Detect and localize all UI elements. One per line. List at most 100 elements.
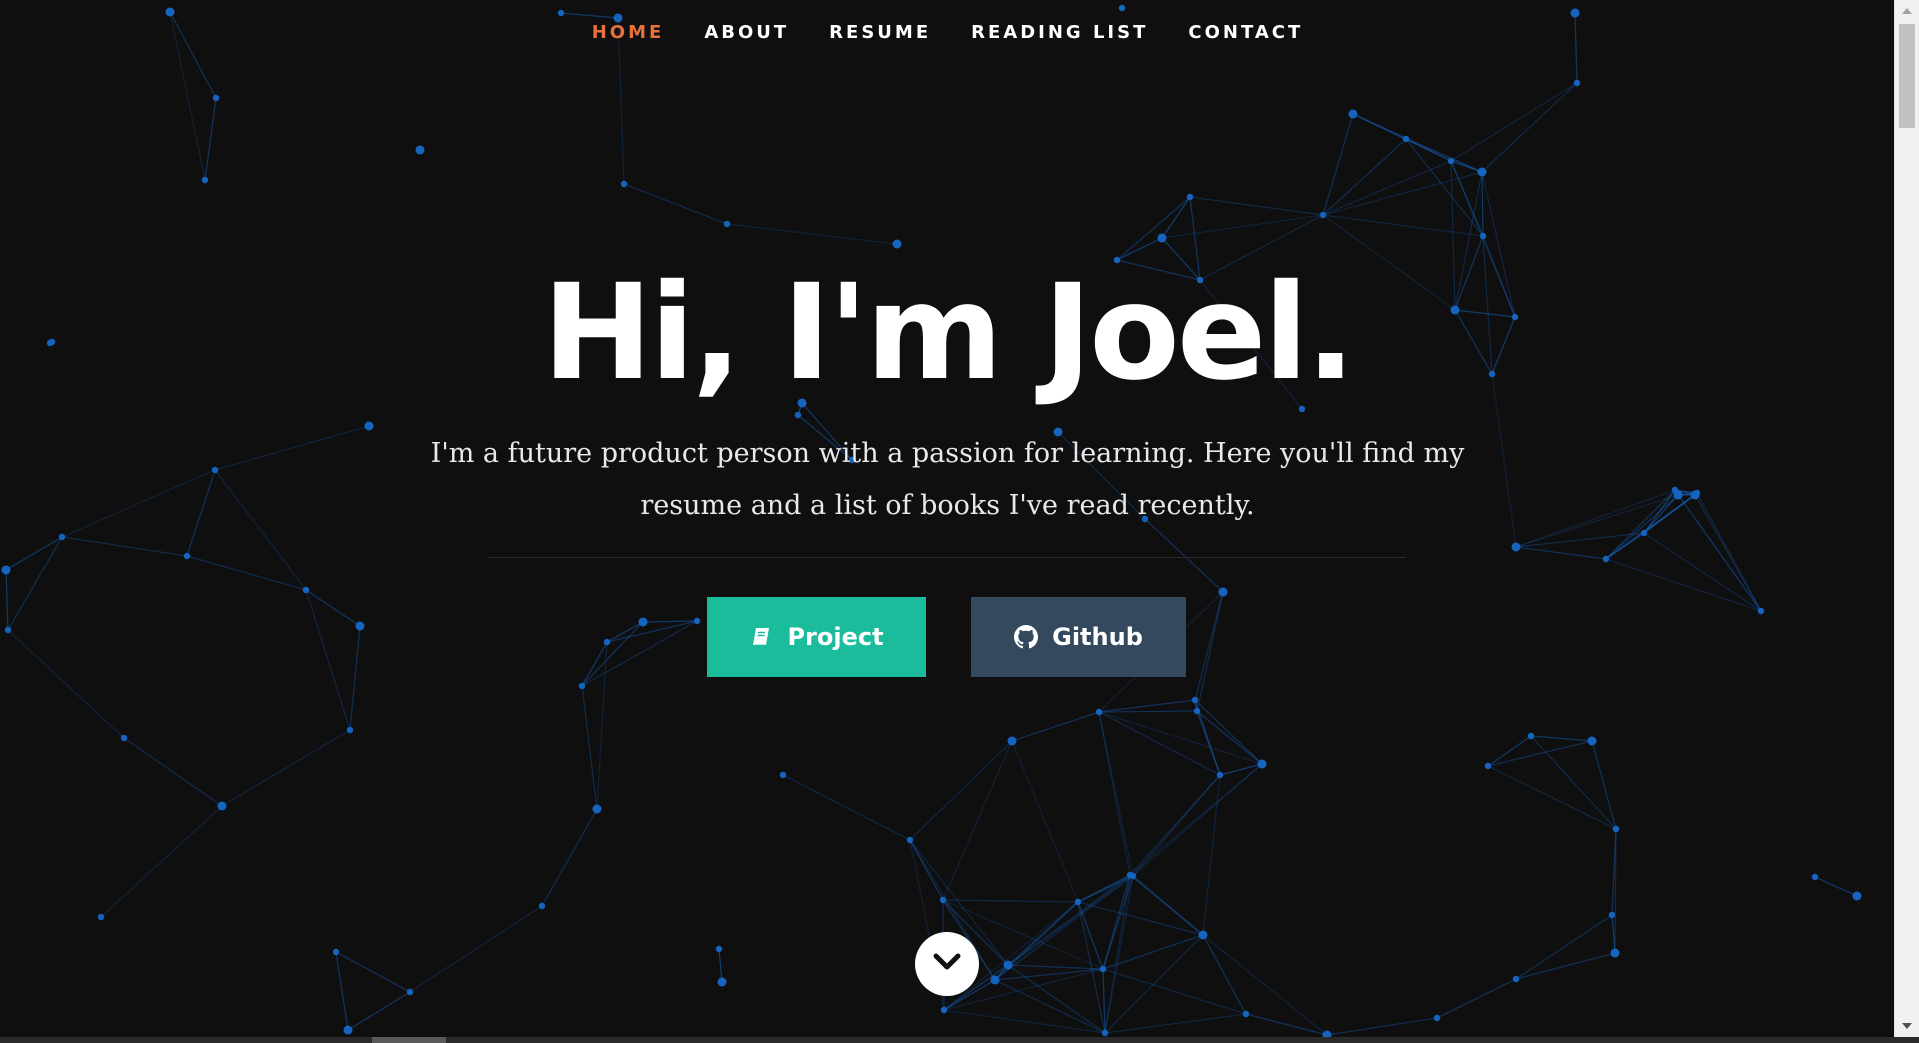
network-link xyxy=(1194,591,1224,701)
main-nav: HOME ABOUT RESUME READING LIST CONTACT xyxy=(0,22,1895,43)
nav-resume[interactable]: RESUME xyxy=(809,22,951,43)
network-node xyxy=(1003,960,1013,970)
horizontal-scrollbar-thumb[interactable] xyxy=(372,1037,446,1043)
network-link xyxy=(5,536,63,571)
book-icon xyxy=(749,625,773,649)
network-node xyxy=(1198,930,1208,940)
network-link xyxy=(1322,113,1354,216)
hero-subtitle: I'm a future product person with a passi… xyxy=(430,438,1465,521)
network-node xyxy=(1757,607,1765,615)
network-link xyxy=(1515,546,1607,560)
network-link xyxy=(596,641,608,810)
network-link xyxy=(1116,196,1191,261)
network-link xyxy=(1405,138,1483,173)
network-link xyxy=(606,620,698,643)
scroll-down-arrow-icon[interactable] xyxy=(1902,1023,1912,1029)
network-node xyxy=(940,1006,948,1014)
network-link xyxy=(1132,763,1263,877)
network-link xyxy=(1814,876,1858,897)
scroll-up-arrow-icon[interactable] xyxy=(1902,8,1912,14)
network-node xyxy=(1101,1029,1109,1037)
network-link xyxy=(1007,964,1104,970)
network-link xyxy=(1077,875,1134,903)
hero-title: Hi, I'm Joel. xyxy=(542,256,1356,410)
network-node xyxy=(120,734,128,742)
network-link xyxy=(1481,82,1578,173)
nav-contact[interactable]: CONTACT xyxy=(1168,22,1323,43)
network-node xyxy=(1570,8,1580,18)
network-node xyxy=(165,7,175,17)
network-link xyxy=(942,740,1013,901)
network-link xyxy=(1098,710,1198,713)
network-link xyxy=(1098,711,1134,877)
network-link xyxy=(1487,765,1617,830)
network-link xyxy=(1011,711,1100,742)
network-node xyxy=(1433,1014,1441,1022)
network-node xyxy=(201,176,209,184)
vertical-scrollbar[interactable] xyxy=(1894,0,1919,1037)
network-node xyxy=(212,94,220,102)
network-node xyxy=(578,682,586,690)
network-link xyxy=(726,223,898,245)
horizontal-scrollbar[interactable] xyxy=(0,1037,1919,1043)
network-link xyxy=(186,555,307,591)
network-node xyxy=(1573,79,1581,87)
network-link xyxy=(123,737,223,807)
network-node xyxy=(406,988,414,996)
network-node xyxy=(717,977,727,987)
github-button[interactable]: Github xyxy=(971,597,1186,677)
nav-about[interactable]: ABOUT xyxy=(684,22,809,43)
network-link xyxy=(1481,171,1484,237)
network-node xyxy=(211,466,219,474)
network-link xyxy=(623,183,728,225)
nav-reading-list[interactable]: READING LIST xyxy=(951,22,1168,43)
network-link xyxy=(349,625,361,731)
network-link xyxy=(7,536,63,631)
network-link xyxy=(61,469,216,538)
network-link xyxy=(1674,489,1762,612)
network-link xyxy=(1694,494,1762,612)
network-link xyxy=(214,469,307,591)
network-link xyxy=(1515,914,1613,980)
network-node xyxy=(1671,486,1679,494)
network-node xyxy=(1610,948,1620,958)
scroll-down-button[interactable] xyxy=(915,932,979,996)
network-link xyxy=(642,620,698,623)
scrollbar-thumb[interactable] xyxy=(1899,24,1915,128)
network-link xyxy=(347,991,411,1031)
network-link xyxy=(782,774,911,841)
network-node xyxy=(620,180,628,188)
network-node xyxy=(906,836,914,844)
network-link xyxy=(1007,875,1134,966)
network-link xyxy=(1605,558,1762,612)
network-node xyxy=(1007,736,1017,746)
network-node xyxy=(779,771,787,779)
network-link xyxy=(214,425,370,471)
network-node xyxy=(1640,529,1648,537)
network-node xyxy=(1216,771,1224,779)
network-link xyxy=(1605,494,1679,560)
network-node xyxy=(1099,965,1107,973)
network-node xyxy=(97,913,105,921)
network-node xyxy=(892,239,902,249)
network-node xyxy=(183,552,191,560)
network-node xyxy=(1191,696,1199,704)
network-node xyxy=(603,638,611,646)
network-link xyxy=(1326,1017,1438,1036)
network-link xyxy=(7,629,125,739)
network-link xyxy=(581,621,644,687)
network-node xyxy=(1218,587,1228,597)
network-link xyxy=(1098,711,1263,765)
network-link xyxy=(1643,532,1762,612)
network-link xyxy=(221,729,351,807)
project-button[interactable]: Project xyxy=(707,597,926,677)
network-node xyxy=(343,1025,353,1035)
network-node xyxy=(1,565,11,575)
network-link xyxy=(1530,735,1593,742)
network-node xyxy=(1348,109,1358,119)
nav-home[interactable]: HOME xyxy=(572,22,685,43)
network-node xyxy=(592,804,602,814)
network-node xyxy=(715,945,723,953)
network-node xyxy=(1129,872,1137,880)
network-link xyxy=(409,905,543,993)
